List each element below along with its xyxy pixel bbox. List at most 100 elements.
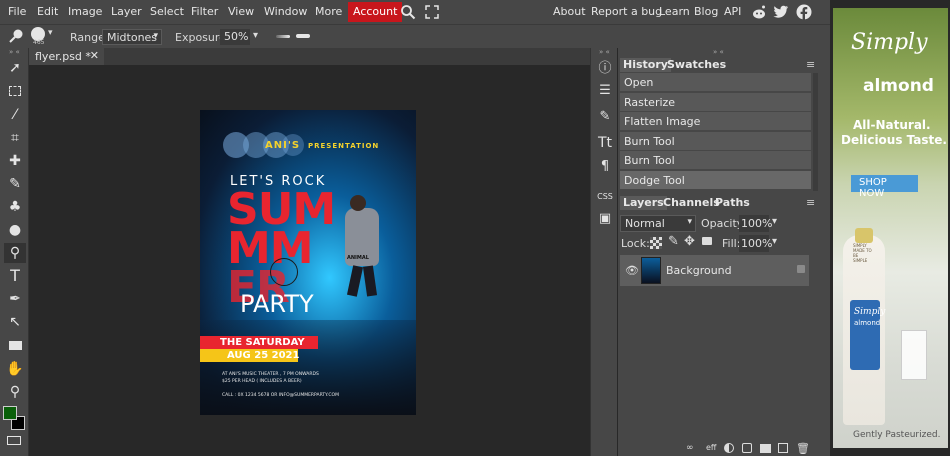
image-icon[interactable]: ▣ (595, 210, 615, 228)
panel-menu-icon[interactable]: ≡ (806, 196, 815, 209)
protect-tones-icon[interactable] (296, 34, 310, 38)
link-layers-icon[interactable]: ∞ (686, 443, 694, 453)
menu-image[interactable]: Image (68, 5, 102, 18)
css-icon[interactable]: CSS (595, 188, 615, 206)
layer-effects-button[interactable]: eff (706, 443, 716, 452)
blend-mode-select[interactable]: Normal ▾ (620, 215, 696, 232)
lock-pixels-icon[interactable]: ✎ (668, 234, 679, 249)
dodge-tool-icon[interactable]: ⚲ (4, 243, 26, 263)
history-item[interactable]: Flatten Image (620, 112, 811, 131)
link-blog[interactable]: Blog (694, 5, 718, 18)
menu-window[interactable]: Window (264, 5, 307, 18)
link-report-bug[interactable]: Report a bug (591, 5, 662, 18)
character-icon[interactable]: Tt (595, 134, 615, 152)
lock-all-icon[interactable] (702, 237, 712, 245)
crop-tool-icon[interactable]: ⌗ (4, 128, 26, 148)
chevron-down-icon: ▾ (687, 217, 692, 227)
exposure-input[interactable]: 50% (220, 29, 250, 45)
menu-edit[interactable]: Edit (37, 5, 58, 18)
link-learn[interactable]: Learn (659, 5, 690, 18)
shape-tool-icon[interactable] (4, 336, 26, 356)
document-canvas[interactable]: ANI'S PRESENTATION LET'S ROCK ANIMAL SUM… (200, 110, 416, 415)
menu-view[interactable]: View (228, 5, 254, 18)
link-api[interactable]: API (724, 5, 741, 18)
hand-tool-icon[interactable]: ✋ (4, 359, 26, 379)
tab-swatches[interactable]: Swatches (664, 58, 729, 72)
type-tool-icon[interactable]: T (4, 266, 26, 286)
history-item[interactable]: Burn Tool (620, 151, 811, 170)
fill-input[interactable]: 100% (739, 235, 772, 252)
menu-file[interactable]: File (8, 5, 26, 18)
adjustment-layer-icon[interactable] (724, 443, 734, 453)
history-item[interactable]: Burn Tool (620, 132, 811, 151)
history-item[interactable]: Dodge Tool (620, 171, 811, 190)
history-scrollbar[interactable] (813, 73, 818, 191)
tab-paths[interactable]: Paths (712, 196, 753, 210)
path-select-icon[interactable]: ↖ (4, 312, 26, 332)
foreground-color-swatch[interactable] (3, 406, 17, 420)
range-select[interactable]: Midtones ▾ (102, 29, 162, 45)
advertisement[interactable]: Simply almond All-Natural. Delicious Tas… (833, 8, 948, 448)
quick-mask-icon[interactable] (7, 436, 21, 445)
menu-filter[interactable]: Filter (191, 5, 218, 18)
ad-shop-now-button[interactable]: SHOP NOW (851, 175, 918, 199)
panel-menu-icon[interactable]: ≡ (806, 58, 815, 71)
lock-position-icon[interactable]: ✥ (684, 234, 695, 249)
blend-mode-value: Normal (625, 217, 665, 230)
collapse-panel-icon[interactable]: » « (713, 48, 724, 56)
link-about[interactable]: About (553, 5, 586, 18)
layer-thumbnail (641, 257, 661, 284)
lock-transparency-icon[interactable] (650, 237, 662, 249)
lock-label: Lock: (621, 237, 650, 250)
move-tool-icon[interactable]: ➚ (4, 58, 26, 78)
document-title: flyer.psd * (35, 50, 91, 63)
dodge-tool-icon (9, 29, 23, 43)
eye-icon[interactable]: 👁 (625, 264, 639, 277)
collapse-toolbar-icon[interactable]: » « (9, 48, 20, 56)
chevron-down-icon: ▾ (153, 31, 158, 41)
document-tab[interactable]: flyer.psd * ✕ (29, 48, 104, 65)
adjustments-icon[interactable]: ☰ (595, 82, 615, 100)
layer-lock-icon (797, 265, 805, 273)
layer-mask-icon[interactable] (742, 443, 752, 453)
zoom-tool-icon[interactable]: ⚲ (4, 382, 26, 402)
airbrush-toggle-icon[interactable] (276, 35, 290, 38)
history-item[interactable]: Rasterize (620, 93, 811, 112)
ad-brand-line1: Simply (851, 30, 928, 55)
close-icon[interactable]: ✕ (90, 49, 99, 62)
clone-stamp-icon[interactable]: ♣ (4, 197, 26, 217)
search-icon[interactable] (400, 4, 416, 20)
healing-brush-icon[interactable]: ✚ (4, 151, 26, 171)
menu-more[interactable]: More (315, 5, 342, 18)
new-layer-icon[interactable] (778, 443, 788, 453)
blur-tool-icon[interactable]: ● (4, 220, 26, 240)
paragraph-icon[interactable]: ¶ (595, 158, 615, 176)
brush-tool-icon[interactable]: ✎ (4, 174, 26, 194)
magic-wand-tool-icon[interactable]: ⁄ (4, 105, 26, 125)
chevron-down-icon[interactable]: ▾ (253, 30, 258, 41)
pen-tool-icon[interactable]: ✒ (4, 289, 26, 309)
history-item[interactable]: Open (620, 73, 811, 92)
menu-select[interactable]: Select (150, 5, 184, 18)
ad-brand-line2: almond (863, 76, 934, 96)
ad-bottle-cap (855, 228, 873, 243)
info-icon[interactable]: ⓘ (595, 60, 615, 78)
brush-settings-icon[interactable]: ✎ (595, 108, 615, 126)
account-button[interactable]: Account (348, 2, 403, 22)
chevron-down-icon[interactable]: ▾ (48, 28, 53, 38)
chevron-down-icon[interactable]: ▾ (772, 236, 777, 247)
menu-layer[interactable]: Layer (111, 5, 142, 18)
chevron-down-icon[interactable]: ▾ (772, 216, 777, 227)
ad-bottle-brand: Simply (854, 307, 886, 317)
new-folder-icon[interactable] (760, 444, 771, 453)
fullscreen-icon[interactable] (425, 5, 439, 19)
opacity-input[interactable]: 100% (739, 215, 772, 232)
expand-panels-icon[interactable]: » « (599, 48, 610, 56)
trash-icon[interactable]: 🗑 (796, 442, 810, 455)
twitter-icon[interactable] (773, 5, 789, 19)
marquee-tool-icon[interactable] (4, 82, 26, 102)
document-tab-bar (29, 48, 590, 65)
facebook-icon[interactable] (796, 4, 812, 20)
layer-row[interactable]: 👁 Background (620, 255, 809, 286)
reddit-icon[interactable] (751, 4, 767, 20)
